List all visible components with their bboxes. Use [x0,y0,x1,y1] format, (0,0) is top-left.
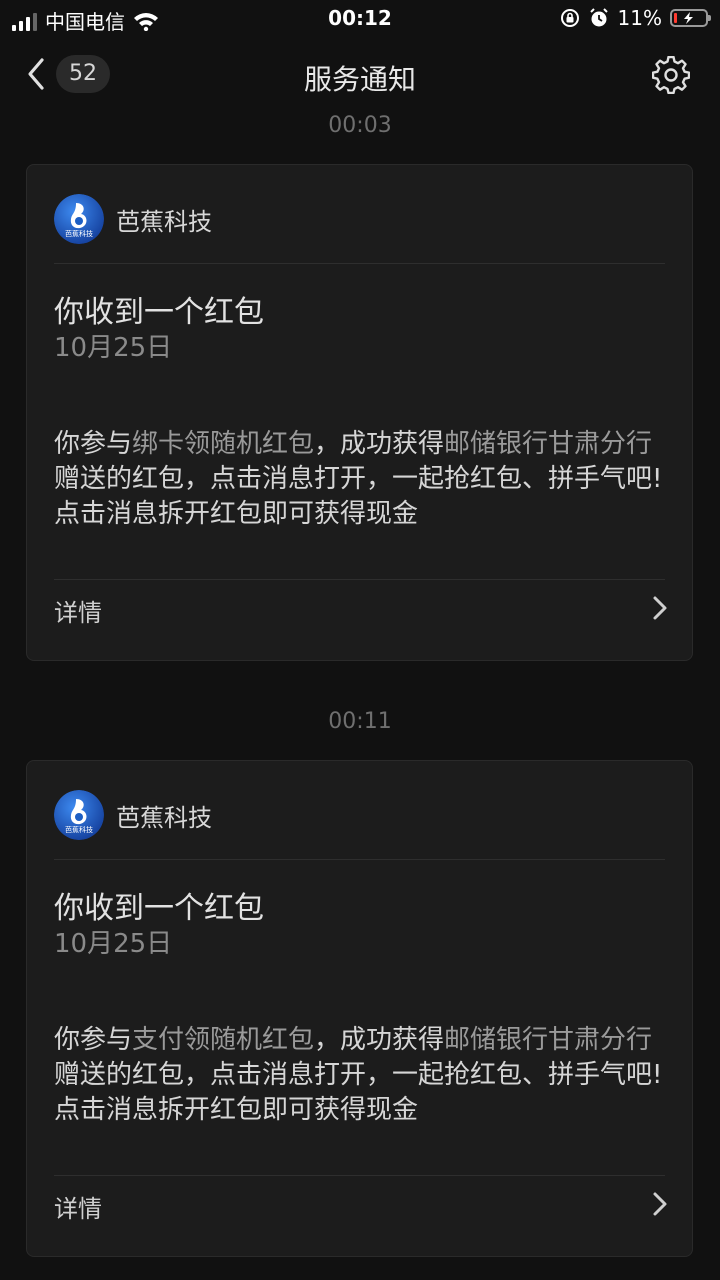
divider [54,1175,665,1176]
body-highlight: 支付领随机红包 [132,1025,315,1055]
status-left: 中国电信 [12,6,159,35]
message-title: 你收到一个红包 [54,295,264,330]
divider [54,859,665,860]
chevron-right-icon[interactable] [650,595,670,621]
message-timestamp: 00:11 [328,709,392,734]
unread-count-badge[interactable]: 52 [56,55,110,93]
message-date: 10月25日 [54,929,173,959]
notification-card[interactable]: 芭蕉科技 芭蕉科技 你收到一个红包 10月25日 你参与支付领随机红包，成功获得… [26,760,693,1257]
body-text: 你参与 [54,429,133,459]
message-body: 你参与绑卡领随机红包，成功获得邮储银行甘肃分行赠送的红包，点击消息打开，一起抢红… [54,427,665,532]
divider [54,579,665,580]
signal-icon [12,11,37,31]
notification-card[interactable]: 芭蕉科技 芭蕉科技 你收到一个红包 10月25日 你参与绑卡领随机红包，成功获得… [26,164,693,661]
card-header: 芭蕉科技 芭蕉科技 [54,789,212,841]
body-text: 赠送的红包，点击消息打开，一起抢红包、拼手气吧! [54,1060,663,1090]
carrier-name: 中国电信 [45,10,125,34]
battery-icon [670,9,711,27]
alarm-icon [589,8,608,27]
body-text: 你参与 [54,1025,133,1055]
logo-text: 芭蕉科技 [65,229,93,238]
brand-name: 芭蕉科技 [116,207,212,236]
charging-bolt-icon [684,12,693,24]
nav-bar: 52 服务通知 [0,40,720,110]
body-highlight: 邮储银行甘肃分行 [444,1025,653,1055]
message-body: 你参与支付领随机红包，成功获得邮储银行甘肃分行赠送的红包，点击消息打开，一起抢红… [54,1023,665,1128]
status-right: 11% [560,6,711,30]
divider [54,263,665,264]
detail-link[interactable]: 详情 [54,593,102,628]
body-highlight: 邮储银行甘肃分行 [444,429,653,459]
body-highlight: 绑卡领随机红包 [132,429,315,459]
chevron-left-icon[interactable] [22,56,52,92]
wifi-icon [134,12,158,31]
brand-name: 芭蕉科技 [116,803,212,832]
message-title: 你收到一个红包 [54,891,264,926]
status-bar: 中国电信 00:12 11% [0,0,720,40]
detail-link[interactable]: 详情 [54,1189,102,1224]
body-text: ，成功获得 [314,429,445,459]
body-text: 赠送的红包，点击消息打开，一起抢红包、拼手气吧! [54,464,663,494]
body-text: ，成功获得 [314,1025,445,1055]
card-header: 芭蕉科技 芭蕉科技 [54,193,212,245]
chevron-right-icon[interactable] [650,1191,670,1217]
message-timestamp: 00:03 [328,113,392,138]
brand-logo: 芭蕉科技 [54,194,104,244]
battery-percent: 11% [617,6,662,30]
body-text: 点击消息拆开红包即可获得现金 [54,499,419,529]
logo-text: 芭蕉科技 [65,825,93,834]
orientation-lock-icon [560,9,579,27]
message-date: 10月25日 [54,333,173,363]
gear-icon[interactable] [652,56,690,94]
brand-logo: 芭蕉科技 [54,790,104,840]
body-text: 点击消息拆开红包即可获得现金 [54,1095,419,1125]
